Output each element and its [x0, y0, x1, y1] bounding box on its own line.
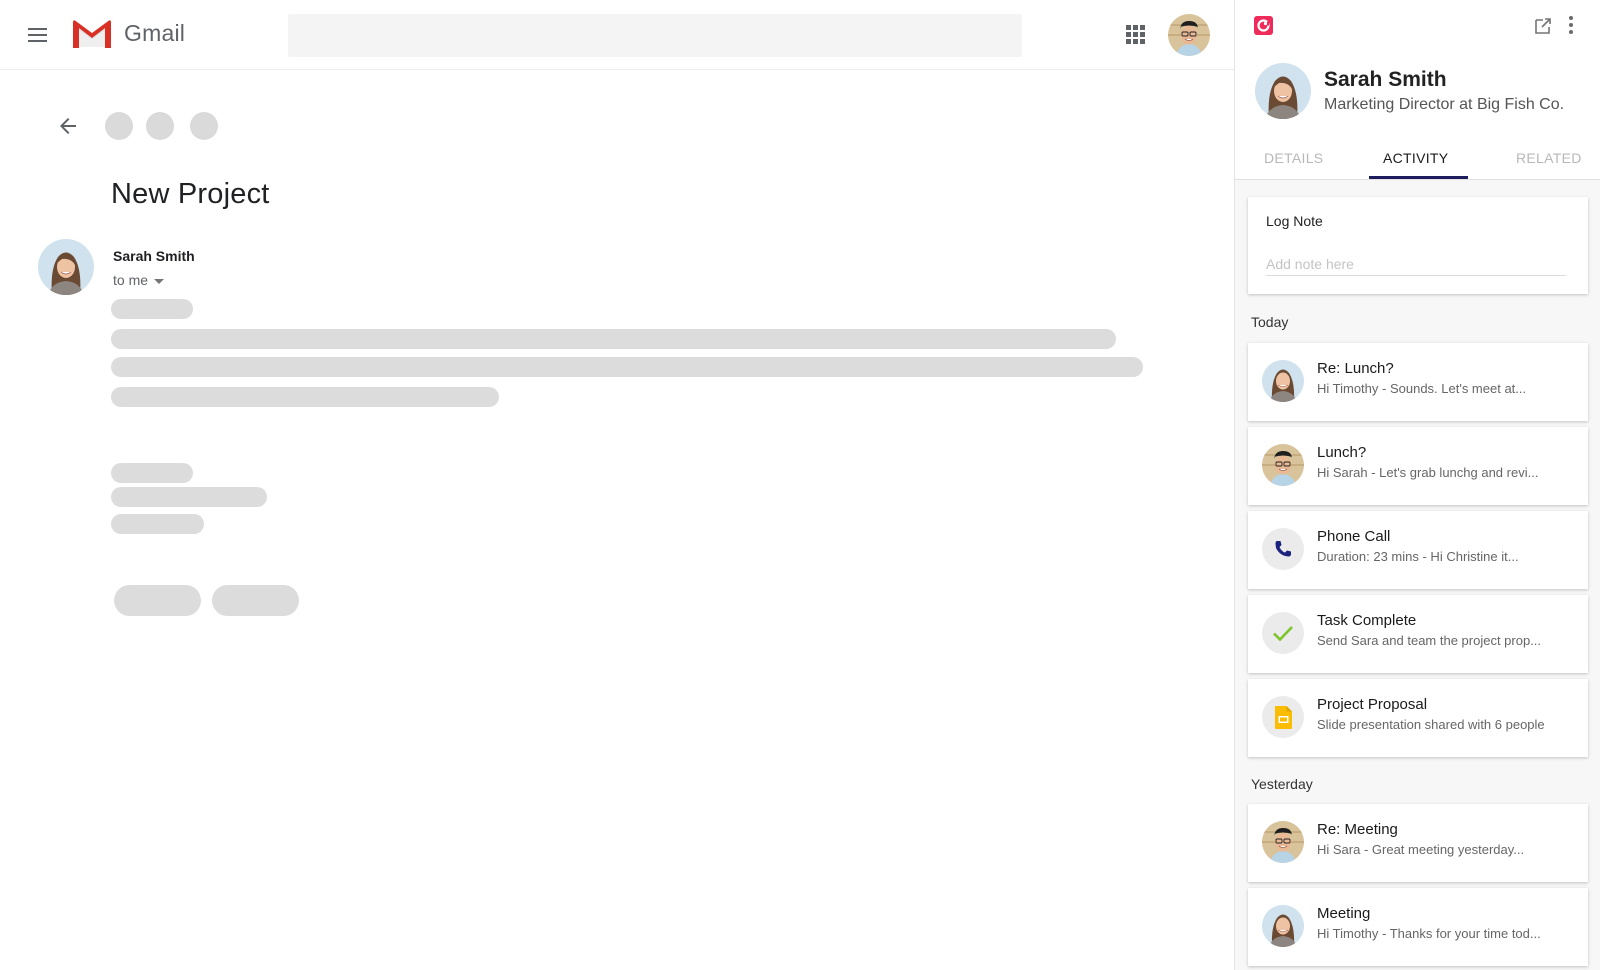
phone-icon — [1262, 528, 1304, 570]
toolbar-placeholder-button[interactable] — [190, 112, 218, 140]
main-menu-button[interactable] — [24, 22, 52, 48]
crm-side-panel: Sarah Smith Marketing Director at Big Fi… — [1234, 0, 1600, 970]
reply-placeholder-button[interactable] — [114, 585, 201, 616]
gmail-topbar: Gmail — [0, 0, 1234, 70]
menu-icon-bar — [28, 34, 47, 36]
activity-title: Re: Lunch? — [1317, 360, 1394, 377]
activity-subtitle: Send Sara and team the project prop... — [1317, 633, 1542, 648]
recipient-details-toggle[interactable]: to me — [113, 272, 165, 288]
avatar-timothy — [1262, 444, 1304, 486]
forward-placeholder-button[interactable] — [212, 585, 299, 616]
activity-title: Meeting — [1317, 905, 1371, 922]
activity-item[interactable]: Re: Meeting Hi Sara - Great meeting yest… — [1248, 804, 1588, 882]
activity-subtitle: Duration: 23 mins - Hi Christine it... — [1317, 549, 1519, 564]
brand-logo-icon — [1254, 16, 1273, 35]
gmail-main: Gmail New Project Sarah Smith to me — [0, 0, 1234, 970]
contact-name: Sarah Smith — [1324, 68, 1447, 91]
log-note-input[interactable] — [1266, 252, 1566, 276]
activity-subtitle: Hi Sara - Great meeting yesterday... — [1317, 842, 1525, 857]
gmail-logo-icon[interactable] — [72, 19, 112, 49]
activity-title: Phone Call — [1317, 528, 1391, 545]
activity-item[interactable]: Meeting Hi Timothy - Thanks for your tim… — [1248, 888, 1588, 966]
contact-avatar — [1255, 63, 1311, 119]
sender-name[interactable]: Sarah Smith — [113, 248, 195, 264]
menu-icon-bar — [28, 28, 47, 30]
section-label-today: Today — [1251, 314, 1289, 330]
activity-subtitle: Slide presentation shared with 6 people — [1317, 717, 1545, 732]
caret-down-icon — [154, 278, 165, 284]
tab-activity[interactable]: ACTIVITY — [1383, 150, 1448, 166]
more-options-icon[interactable] — [1565, 14, 1577, 36]
body-placeholder-line — [111, 299, 193, 319]
tab-details[interactable]: DETAILS — [1264, 150, 1323, 166]
body-placeholder-line — [111, 387, 499, 407]
avatar-timothy — [1262, 821, 1304, 863]
account-avatar[interactable] — [1168, 14, 1210, 56]
activity-title: Lunch? — [1317, 444, 1367, 461]
activity-subtitle: Hi Timothy - Sounds. Let's meet at... — [1317, 381, 1527, 396]
activity-subtitle: Hi Timothy - Thanks for your time tod... — [1317, 926, 1541, 941]
sender-avatar[interactable] — [38, 239, 94, 295]
avatar-sarah — [1262, 360, 1304, 402]
log-note-title: Log Note — [1266, 213, 1323, 229]
menu-icon-bar — [28, 40, 47, 42]
avatar-sarah — [1262, 905, 1304, 947]
recipient-label: to me — [113, 272, 149, 288]
activity-item[interactable]: Project Proposal Slide presentation shar… — [1248, 679, 1588, 757]
slides-icon — [1262, 696, 1304, 738]
contact-title: Marketing Director at Big Fish Co. — [1324, 96, 1565, 113]
signature-placeholder-line — [111, 487, 267, 507]
activity-subtitle: Hi Sarah - Let's grab lunchg and revi... — [1317, 465, 1539, 480]
back-arrow-icon[interactable] — [56, 114, 80, 138]
activity-item[interactable]: Re: Lunch? Hi Timothy - Sounds. Let's me… — [1248, 343, 1588, 421]
body-placeholder-line — [111, 357, 1143, 377]
log-note-card: Log Note — [1248, 197, 1588, 294]
section-label-yesterday: Yesterday — [1251, 776, 1313, 792]
activity-item[interactable]: Phone Call Duration: 23 mins - Hi Christ… — [1248, 511, 1588, 589]
signature-placeholder-line — [111, 463, 193, 483]
check-icon — [1262, 612, 1304, 654]
app-name: Gmail — [124, 20, 186, 46]
activity-item[interactable]: Lunch? Hi Sarah - Let's grab lunchg and … — [1248, 427, 1588, 505]
open-in-new-icon[interactable] — [1533, 16, 1553, 36]
body-placeholder-line — [111, 329, 1116, 349]
email-subject: New Project — [111, 178, 270, 210]
activity-title: Re: Meeting — [1317, 821, 1398, 838]
tab-related[interactable]: RELATED — [1516, 150, 1582, 166]
activity-title: Task Complete — [1317, 612, 1417, 629]
panel-header: Sarah Smith Marketing Director at Big Fi… — [1235, 0, 1600, 180]
activity-item[interactable]: Task Complete Send Sara and team the pro… — [1248, 595, 1588, 673]
signature-placeholder-line — [111, 514, 204, 534]
active-tab-indicator — [1369, 176, 1468, 179]
toolbar-placeholder-button[interactable] — [146, 112, 174, 140]
toolbar-placeholder-button[interactable] — [105, 112, 133, 140]
search-input[interactable] — [288, 14, 1022, 57]
activity-title: Project Proposal — [1317, 696, 1428, 713]
google-apps-button[interactable] — [1126, 25, 1146, 45]
